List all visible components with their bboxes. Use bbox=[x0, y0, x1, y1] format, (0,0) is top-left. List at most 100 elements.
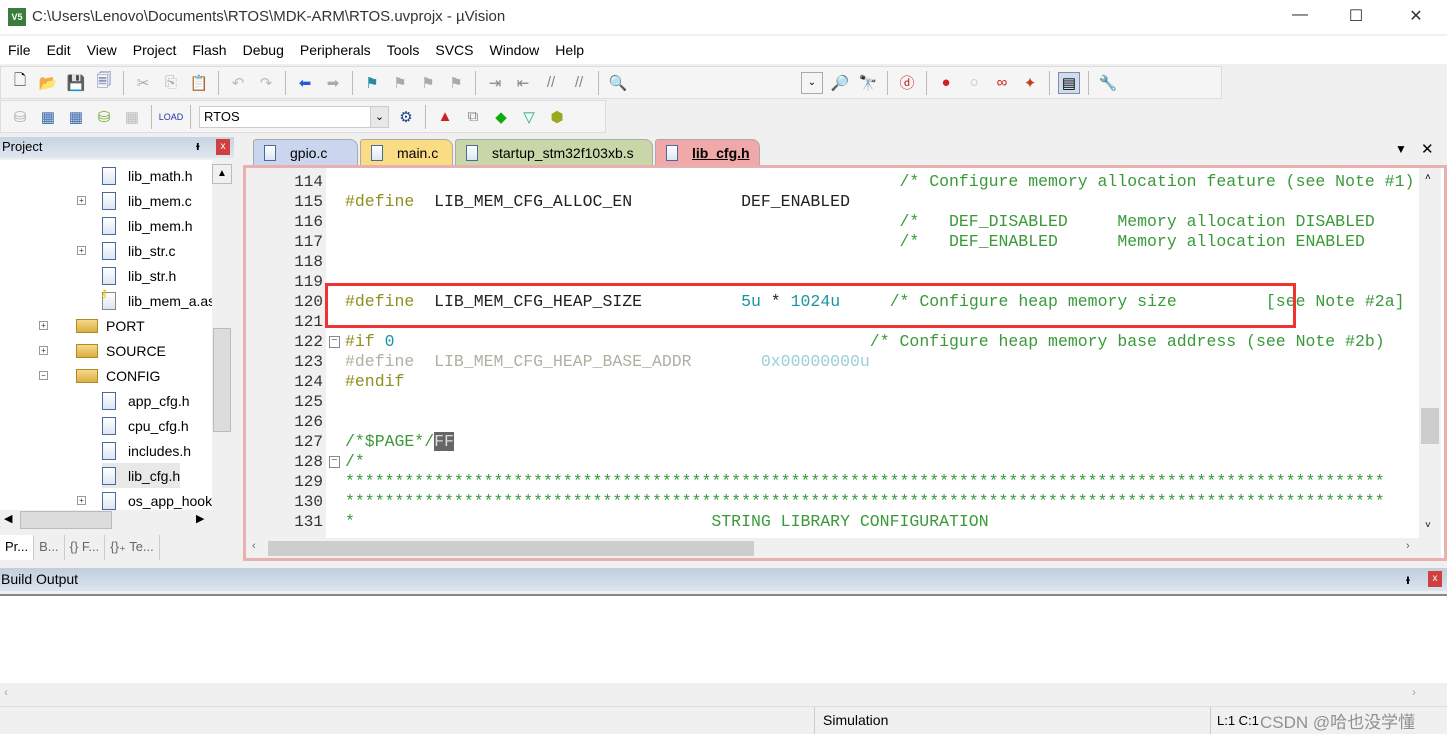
expand-icon[interactable]: + bbox=[39, 346, 48, 355]
code-line[interactable]: 127 /*$PAGE*/FF bbox=[246, 432, 1418, 452]
menu-svcs[interactable]: SVCS bbox=[435, 42, 473, 58]
close-window-button[interactable]: ✕ bbox=[1406, 6, 1426, 26]
breakpoint-icon[interactable]: ● bbox=[935, 72, 957, 94]
tab-gpio-c[interactable]: gpio.c bbox=[253, 139, 358, 165]
code-line[interactable]: 125 bbox=[246, 392, 1418, 412]
code-line[interactable]: 118 bbox=[246, 252, 1418, 272]
tab-main-c[interactable]: main.c bbox=[360, 139, 453, 165]
expand-icon[interactable]: + bbox=[39, 321, 48, 330]
scroll-thumb[interactable] bbox=[20, 511, 112, 529]
tree-item[interactable]: SOURCE bbox=[76, 338, 166, 363]
code-editor[interactable]: 114 /* Configure memory allocation featu… bbox=[243, 165, 1447, 561]
fold-toggle-icon[interactable]: − bbox=[329, 336, 340, 348]
incremental-find-icon[interactable]: 🔭 bbox=[857, 72, 879, 94]
tree-item[interactable]: PORT bbox=[76, 313, 145, 338]
clear-bookmarks-icon[interactable]: ⚑ bbox=[445, 72, 467, 94]
tree-item[interactable]: os_app_hook bbox=[102, 488, 212, 510]
code-line[interactable]: 131 * STRING LIBRARY CONFIGURATION bbox=[246, 512, 1418, 532]
code-line[interactable]: 128−/* bbox=[246, 452, 1418, 472]
tab-functions[interactable]: {} F... bbox=[65, 535, 106, 560]
stop-build-icon[interactable]: ▦ bbox=[121, 106, 143, 128]
code-line[interactable]: 117 /* DEF_ENABLED Memory allocation ENA… bbox=[246, 232, 1418, 252]
editor-horizontal-scrollbar[interactable]: ‹ › bbox=[246, 538, 1441, 558]
menu-window[interactable]: Window bbox=[490, 42, 540, 58]
menu-debug[interactable]: Debug bbox=[243, 42, 284, 58]
undo-icon[interactable]: ↶ bbox=[227, 72, 249, 94]
fold-toggle-icon[interactable]: − bbox=[329, 456, 340, 468]
unindent-icon[interactable]: ⇤ bbox=[512, 72, 534, 94]
scroll-left-icon[interactable]: ‹ bbox=[4, 685, 8, 699]
scroll-thumb[interactable] bbox=[268, 541, 754, 556]
code-line[interactable]: 115 #define LIB_MEM_CFG_ALLOC_EN DEF_ENAB… bbox=[246, 192, 1418, 212]
tab-startup-stm32f103xb-s[interactable]: startup_stm32f103xb.s bbox=[455, 139, 653, 165]
build-output-horizontal-scrollbar[interactable]: ‹ › bbox=[0, 683, 1447, 703]
close-tab-icon[interactable]: ✕ bbox=[1421, 140, 1434, 158]
project-vertical-scrollbar[interactable]: ▲ ▼ bbox=[212, 162, 232, 530]
expand-icon[interactable]: + bbox=[77, 246, 86, 255]
options-for-target-icon[interactable]: ⚙ bbox=[395, 106, 417, 128]
maximize-button[interactable]: ☐ bbox=[1346, 6, 1366, 26]
code-line[interactable]: 123 #define LIB_MEM_CFG_HEAP_BASE_ADDR 0x… bbox=[246, 352, 1418, 372]
scroll-left-icon[interactable]: ‹ bbox=[252, 540, 256, 552]
tab-books[interactable]: B... bbox=[34, 535, 65, 560]
scroll-down-icon[interactable]: ˅ bbox=[1425, 520, 1431, 531]
scroll-up-icon[interactable]: ˄ bbox=[1425, 172, 1431, 183]
tree-item[interactable]: lib_str.c bbox=[102, 238, 175, 263]
code-line[interactable]: 116 /* DEF_DISABLED Memory allocation DI… bbox=[246, 212, 1418, 232]
disable-breakpoint-icon[interactable]: ○ bbox=[963, 72, 985, 94]
bookmark-icon[interactable]: ⚑ bbox=[361, 72, 383, 94]
tree-item[interactable]: lib_str.h bbox=[102, 263, 176, 288]
tab-lib-cfg-h[interactable]: lib_cfg.h bbox=[655, 139, 760, 165]
manage-project-items-icon[interactable]: ▲ bbox=[434, 106, 456, 128]
new-file-icon[interactable]: 🗋 bbox=[9, 72, 31, 94]
code-area[interactable]: 114 /* Configure memory allocation featu… bbox=[246, 172, 1418, 536]
pack-installer-icon[interactable]: ▽ bbox=[518, 106, 540, 128]
scroll-thumb[interactable] bbox=[1421, 408, 1439, 444]
manage-rte-icon[interactable]: ◆ bbox=[490, 106, 512, 128]
rebuild-icon[interactable]: ▦ bbox=[65, 106, 87, 128]
paste-icon[interactable]: 📋 bbox=[188, 72, 210, 94]
open-file-icon[interactable]: 📂 bbox=[37, 72, 59, 94]
batch-build-icon[interactable]: ⛁ bbox=[93, 106, 115, 128]
tree-item[interactable]: includes.h bbox=[102, 438, 191, 463]
save-icon[interactable]: 💾 bbox=[65, 72, 87, 94]
indent-icon[interactable]: ⇥ bbox=[484, 72, 506, 94]
scroll-right-icon[interactable]: › bbox=[1412, 685, 1416, 699]
scroll-thumb[interactable] bbox=[213, 328, 231, 432]
tree-item[interactable]: lib_mem.h bbox=[102, 213, 193, 238]
configure-icon[interactable]: 🔧 bbox=[1097, 72, 1119, 94]
tab-list-dropdown-icon[interactable]: ▼ bbox=[1395, 142, 1407, 156]
save-all-icon[interactable]: 🗐 bbox=[93, 72, 115, 94]
code-line[interactable]: 114 /* Configure memory allocation featu… bbox=[246, 172, 1418, 192]
editor-vertical-scrollbar[interactable]: ˄ ˅ bbox=[1419, 168, 1441, 538]
scroll-left-icon[interactable]: ◀ bbox=[4, 512, 12, 525]
find-icon[interactable]: 🔎 bbox=[829, 72, 851, 94]
menu-project[interactable]: Project bbox=[133, 42, 177, 58]
copy-icon[interactable]: ⎘ bbox=[160, 72, 182, 94]
scroll-right-icon[interactable]: ▶ bbox=[196, 512, 204, 525]
code-line[interactable]: 129 *************************************… bbox=[246, 472, 1418, 492]
tree-item[interactable]: lib_cfg.h bbox=[102, 463, 181, 488]
scroll-right-icon[interactable]: › bbox=[1406, 540, 1410, 552]
menu-tools[interactable]: Tools bbox=[387, 42, 420, 58]
redo-icon[interactable]: ↷ bbox=[255, 72, 277, 94]
select-packs-icon[interactable]: ⧉ bbox=[462, 106, 484, 128]
navigate-forward-icon[interactable]: ➡ bbox=[322, 72, 344, 94]
menu-help[interactable]: Help bbox=[555, 42, 584, 58]
tree-item[interactable]: app_cfg.h bbox=[102, 388, 190, 413]
tree-item[interactable]: ⚷ lib_mem_a.as bbox=[100, 288, 212, 313]
code-line[interactable]: 130 *************************************… bbox=[246, 492, 1418, 512]
pin-icon[interactable]: ᵼ bbox=[1406, 571, 1410, 587]
scroll-up-icon[interactable]: ▲ bbox=[212, 164, 232, 184]
menu-file[interactable]: File bbox=[8, 42, 31, 58]
load-download-icon[interactable]: LOAD bbox=[159, 106, 184, 128]
comment-icon[interactable]: // bbox=[540, 72, 562, 94]
code-line[interactable]: 124 #endif bbox=[246, 372, 1418, 392]
cut-icon[interactable]: ✂ bbox=[132, 72, 154, 94]
window-layout-icon[interactable]: ▤ bbox=[1058, 71, 1080, 94]
menu-peripherals[interactable]: Peripherals bbox=[300, 42, 371, 58]
prev-bookmark-icon[interactable]: ⚑ bbox=[389, 72, 411, 94]
collapse-icon[interactable]: − bbox=[39, 371, 48, 380]
software-packs-icon[interactable]: ⬢ bbox=[546, 106, 568, 128]
debug-options-icon[interactable]: ✦ bbox=[1019, 72, 1041, 94]
